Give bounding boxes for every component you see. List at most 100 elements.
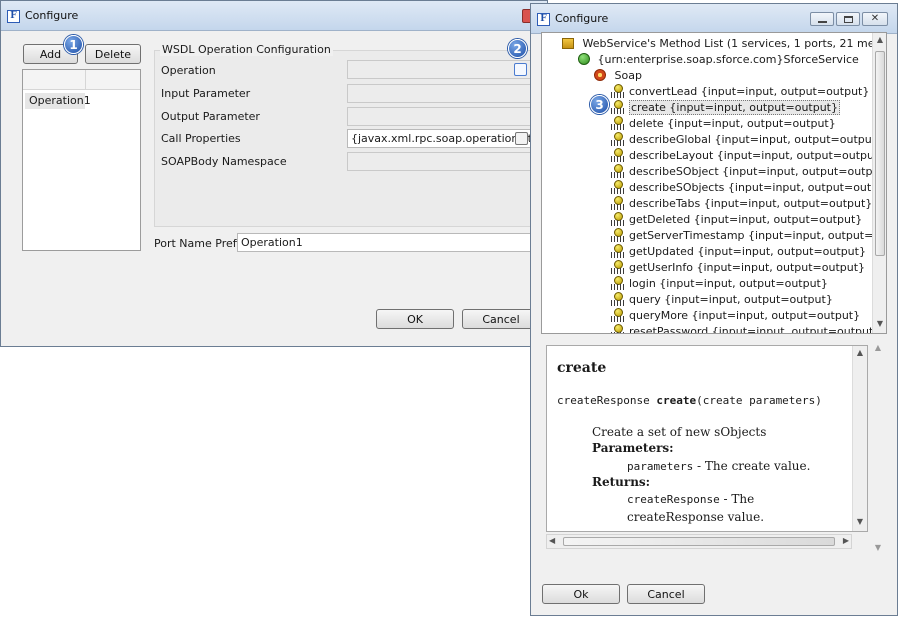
doc-return-desc-1: - The bbox=[719, 492, 755, 506]
doc-return-line: createResponse - The bbox=[627, 492, 754, 506]
method-label: getServerTimestamp {input=input, output=… bbox=[629, 229, 886, 242]
method-icon bbox=[611, 100, 625, 114]
output-parameter-field[interactable] bbox=[347, 107, 533, 126]
doc-heading: create bbox=[557, 360, 607, 376]
tree-method-item[interactable]: queryMore {input=input, output=output} bbox=[611, 308, 860, 324]
service-icon bbox=[578, 53, 590, 65]
doc-returns-label: Returns: bbox=[592, 475, 651, 489]
method-icon bbox=[611, 212, 625, 226]
doc-param-name: parameters bbox=[627, 460, 694, 473]
method-icon bbox=[611, 148, 625, 162]
right-titlebar[interactable]: F Configure ✕ bbox=[531, 4, 897, 34]
operation-list-item-label: Operation1 bbox=[29, 94, 91, 107]
right-window-title: Configure bbox=[555, 12, 609, 25]
maximize-icon[interactable] bbox=[836, 12, 860, 26]
port-icon bbox=[594, 69, 606, 81]
method-tree-panel[interactable]: WebService's Method List (1 services, 1 … bbox=[541, 32, 887, 334]
method-label: create {input=input, output=output} bbox=[629, 100, 840, 115]
tree-method-item[interactable]: describeLayout {input=input, output=outp… bbox=[611, 148, 885, 164]
method-label: describeSObjects {input=input, output=ou… bbox=[629, 181, 887, 194]
method-icon bbox=[611, 180, 625, 194]
method-label: getUpdated {input=input, output=output} bbox=[629, 245, 866, 258]
method-icon bbox=[611, 164, 625, 178]
tree-method-item[interactable]: describeSObject {input=input, output=out… bbox=[611, 164, 886, 180]
group-title: WSDL Operation Configuration bbox=[160, 43, 333, 56]
method-label: getDeleted {input=input, output=output} bbox=[629, 213, 863, 226]
tree-method-item[interactable]: getUpdated {input=input, output=output} bbox=[611, 244, 866, 260]
operation-list-item[interactable]: Operation1 bbox=[25, 93, 91, 109]
step-badge-1: 1 bbox=[64, 35, 83, 54]
doc-param-line: parameters - The create value. bbox=[627, 459, 810, 473]
method-icon bbox=[611, 260, 625, 274]
minimize-icon[interactable] bbox=[810, 12, 834, 26]
tree-method-item[interactable]: query {input=input, output=output} bbox=[611, 292, 833, 308]
method-label: describeLayout {input=input, output=outp… bbox=[629, 149, 886, 162]
soapbody-namespace-label: SOAPBody Namespace bbox=[161, 155, 287, 168]
tree-scroll-thumb[interactable] bbox=[875, 51, 885, 256]
method-label: resetPassword {input=input, output=outpu… bbox=[629, 325, 881, 334]
method-label: delete {input=input, output=output} bbox=[629, 117, 836, 130]
app-logo-icon: F bbox=[537, 13, 550, 26]
tree-method-item[interactable]: describeGlobal {input=input, output=outp… bbox=[611, 132, 883, 148]
configure-dialog-right: F Configure ✕ WebService's Method List (… bbox=[530, 3, 898, 616]
tree-method-item[interactable]: getDeleted {input=input, output=output} bbox=[611, 212, 862, 228]
tree-method-item[interactable]: login {input=input, output=output} bbox=[611, 276, 828, 292]
tree-method-item[interactable]: describeSObjects {input=input, output=ou… bbox=[611, 180, 887, 196]
operation-list[interactable]: Operation1 bbox=[22, 69, 141, 251]
call-properties-value: {javax.xml.rpc.soap.operation.style= bbox=[351, 132, 532, 145]
doc-vertical-scrollbar[interactable]: ▲ ▼ bbox=[852, 346, 867, 531]
doc-signature: createResponse create(create parameters) bbox=[557, 394, 822, 407]
scroll-down-arrow-icon[interactable]: ▼ bbox=[853, 517, 867, 526]
close-icon[interactable]: ✕ bbox=[862, 12, 888, 26]
tree-method-item[interactable]: describeTabs {input=input, output=output… bbox=[611, 196, 872, 212]
operation-field[interactable] bbox=[347, 60, 533, 79]
soapbody-namespace-field[interactable] bbox=[347, 152, 533, 171]
tree-method-item[interactable]: resetPassword {input=input, output=outpu… bbox=[611, 324, 881, 334]
doc-return-name: createResponse bbox=[627, 493, 720, 506]
tree-method-item-selected[interactable]: create {input=input, output=output} bbox=[611, 100, 840, 116]
tree-service[interactable]: {urn:enterprise.soap.sforce.com}SforceSe… bbox=[578, 52, 859, 68]
operation-browse-button[interactable] bbox=[514, 63, 527, 76]
method-label: queryMore {input=input, output=output} bbox=[629, 309, 861, 322]
method-icon bbox=[611, 276, 625, 290]
tree-port[interactable]: Soap bbox=[594, 68, 642, 84]
method-icon bbox=[611, 84, 625, 98]
panel-scrollbar[interactable]: ▲ ▼ bbox=[871, 341, 886, 555]
tree-method-item[interactable]: getServerTimestamp {input=input, output=… bbox=[611, 228, 886, 244]
scroll-up-arrow-icon[interactable]: ▲ bbox=[871, 343, 885, 352]
tree-port-label: Soap bbox=[614, 69, 642, 82]
tree-root-label: WebService's Method List (1 services, 1 … bbox=[582, 37, 887, 50]
port-name-prefix-input[interactable]: Operation1 bbox=[237, 233, 533, 252]
ok-button[interactable]: Ok bbox=[542, 584, 620, 604]
scroll-down-arrow-icon[interactable]: ▼ bbox=[871, 543, 885, 552]
method-icon bbox=[611, 308, 625, 322]
tree-scrollbar[interactable]: ▲ ▼ bbox=[872, 33, 886, 333]
call-properties-button[interactable] bbox=[515, 132, 528, 145]
operation-list-header bbox=[23, 70, 140, 90]
scroll-left-arrow-icon[interactable]: ◀ bbox=[549, 536, 555, 545]
doc-horizontal-scrollbar[interactable]: ◀ ▶ bbox=[546, 534, 852, 549]
delete-button[interactable]: Delete bbox=[85, 44, 141, 64]
cancel-button[interactable]: Cancel bbox=[462, 309, 540, 329]
tree-method-item[interactable]: getUserInfo {input=input, output=output} bbox=[611, 260, 865, 276]
input-parameter-field[interactable] bbox=[347, 84, 533, 103]
ok-button[interactable]: OK bbox=[376, 309, 454, 329]
method-icon bbox=[611, 324, 625, 333]
call-properties-field[interactable]: {javax.xml.rpc.soap.operation.style= bbox=[347, 129, 533, 148]
method-doc-panel: create createResponse create(create para… bbox=[541, 341, 887, 555]
tree-method-item[interactable]: convertLead {input=input, output=output} bbox=[611, 84, 869, 100]
scroll-right-arrow-icon[interactable]: ▶ bbox=[843, 536, 849, 545]
scroll-up-arrow-icon[interactable]: ▲ bbox=[853, 348, 867, 357]
cancel-button[interactable]: Cancel bbox=[627, 584, 705, 604]
app-logo-icon: F bbox=[7, 10, 20, 23]
left-titlebar[interactable]: F Configure bbox=[1, 1, 547, 31]
tree-root[interactable]: WebService's Method List (1 services, 1 … bbox=[562, 36, 887, 52]
operation-label: Operation bbox=[161, 64, 216, 77]
method-label: login {input=input, output=output} bbox=[629, 277, 828, 290]
doc-hscroll-thumb[interactable] bbox=[563, 537, 835, 546]
tree-method-item[interactable]: delete {input=input, output=output} bbox=[611, 116, 836, 132]
left-window-title: Configure bbox=[25, 9, 79, 22]
step-badge-3: 3 bbox=[590, 95, 609, 114]
scroll-down-arrow-icon[interactable]: ▼ bbox=[873, 319, 886, 328]
scroll-up-arrow-icon[interactable]: ▲ bbox=[873, 35, 886, 44]
